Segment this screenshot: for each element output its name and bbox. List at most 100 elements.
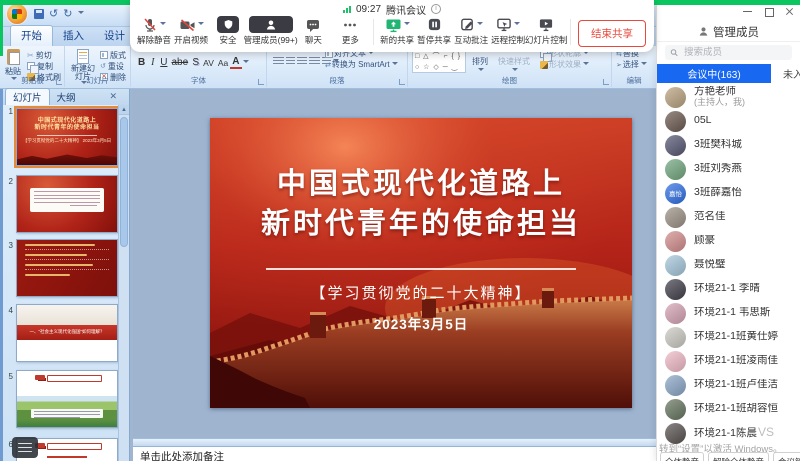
member-search[interactable] bbox=[665, 45, 792, 60]
dropdown-caret[interactable] bbox=[404, 22, 410, 28]
tab-not-joined[interactable]: 未入会 bbox=[771, 64, 800, 83]
member-action-button[interactable]: 会议管理 bbox=[773, 452, 800, 461]
member-row[interactable]: 环境21-1班卢佳洁 bbox=[657, 373, 800, 397]
select-button[interactable]: ➢选择 bbox=[616, 59, 647, 70]
maximize-icon[interactable] bbox=[764, 7, 773, 16]
close-icon[interactable] bbox=[785, 7, 794, 16]
dropdown-caret[interactable] bbox=[477, 22, 483, 28]
member-row[interactable]: 环境21-1 李晴 bbox=[657, 277, 800, 301]
ribbon-tab[interactable]: 插入 bbox=[53, 26, 94, 46]
member-row[interactable]: 05L bbox=[657, 109, 800, 133]
align-left-icon[interactable] bbox=[273, 57, 284, 66]
dropdown-caret[interactable] bbox=[514, 22, 520, 28]
member-row[interactable]: 聂悦璧 bbox=[657, 253, 800, 277]
pause-share-button[interactable]: 暂停共享 bbox=[418, 16, 450, 46]
pane-close-icon[interactable]: ✕ bbox=[109, 91, 117, 102]
person-icon bbox=[698, 26, 709, 37]
italic-button[interactable]: I bbox=[147, 57, 158, 68]
new-share-button[interactable]: 新的共享 bbox=[381, 16, 413, 46]
font-color-button[interactable]: A bbox=[230, 56, 241, 69]
clipboard-group-label: 剪贴板 bbox=[1, 75, 64, 86]
dropdown-caret[interactable] bbox=[160, 22, 166, 28]
font-dialog-launcher[interactable] bbox=[258, 79, 264, 85]
quick-styles-button[interactable]: 快速样式 bbox=[498, 56, 530, 74]
cut-button[interactable]: ✂剪切 bbox=[27, 50, 61, 60]
member-row[interactable]: 方艳老师 (主持人，我) bbox=[657, 85, 800, 109]
member-row[interactable]: 顾豪 bbox=[657, 229, 800, 253]
copy-button[interactable]: 复制 bbox=[27, 61, 61, 71]
bold-button[interactable]: B bbox=[136, 57, 147, 68]
drawing-dialog-launcher[interactable] bbox=[603, 79, 609, 85]
shape-effects-button[interactable]: 形状效果 bbox=[540, 59, 589, 70]
end-share-button[interactable]: 结束共享 bbox=[578, 20, 646, 47]
member-row[interactable]: 环境21-1班凌雨佳 bbox=[657, 349, 800, 373]
scrollbar-thumb[interactable] bbox=[120, 117, 128, 247]
start-video-button[interactable]: 开启视频 bbox=[175, 16, 207, 46]
ribbon-tab[interactable]: 开始 bbox=[10, 25, 53, 46]
arrange-button[interactable]: 排列 bbox=[472, 56, 488, 74]
member-row[interactable]: 环境21-1 韦思斯 bbox=[657, 301, 800, 325]
justify-icon[interactable] bbox=[309, 57, 320, 66]
avatar-label: 嘉怡 bbox=[669, 188, 682, 198]
save-icon[interactable] bbox=[34, 9, 44, 19]
security-button[interactable]: 安全 bbox=[212, 16, 244, 46]
slide-thumbnail-1[interactable]: 1 中国式现代化道路上新时代青年的使命担当 【学习贯彻党的二十大精神】 2023… bbox=[3, 105, 121, 169]
underline-button[interactable]: U bbox=[158, 57, 169, 68]
unmute-button[interactable]: 解除静音 bbox=[138, 16, 170, 46]
change-case-button[interactable]: Aa bbox=[216, 58, 230, 68]
notes-splitter[interactable] bbox=[133, 438, 660, 446]
smartart-button[interactable]: ⇄转换为 SmartArt bbox=[325, 59, 398, 70]
ribbon-tab[interactable]: 设计 bbox=[94, 26, 135, 46]
minimize-icon[interactable] bbox=[743, 7, 752, 16]
member-name: 顾豪 bbox=[694, 235, 715, 247]
dropdown-caret[interactable] bbox=[198, 22, 204, 28]
member-row[interactable]: 3班刘秀燕 bbox=[657, 157, 800, 181]
paragraph-dialog-launcher[interactable] bbox=[399, 79, 405, 85]
paragraph-group: 对齐文本 ⇄转换为 SmartArt 段落 bbox=[267, 46, 408, 87]
pane-tab-outline[interactable]: 大纲 bbox=[50, 89, 83, 105]
pane-scrollbar[interactable]: ▲ bbox=[118, 105, 129, 461]
annotation-button[interactable]: 互动批注 bbox=[455, 16, 487, 46]
info-icon[interactable]: i bbox=[431, 4, 441, 14]
notes-pane[interactable]: 单击此处添加备注 bbox=[133, 446, 660, 461]
current-slide[interactable]: 中国式现代化道路上 新时代青年的使命担当 【学习贯彻党的二十大精神】 2023年… bbox=[210, 118, 632, 408]
clipboard-dialog-launcher[interactable] bbox=[56, 79, 62, 85]
notes-placeholder: 单击此处添加备注 bbox=[140, 451, 224, 461]
chat-button[interactable]: 聊天 bbox=[297, 16, 329, 46]
screen: ↺ ↻ 开始 插入 设计 动画 粘贴 bbox=[0, 0, 800, 461]
undo-icon[interactable]: ↺ bbox=[49, 7, 58, 20]
redo-icon[interactable]: ↻ bbox=[63, 7, 72, 20]
member-action-button[interactable]: 全体静音 bbox=[660, 452, 704, 461]
member-row[interactable]: 环境21-1班黄仕婷 bbox=[657, 325, 800, 349]
pane-tab-slides[interactable]: 幻灯片 bbox=[5, 88, 50, 105]
floating-tool-widget[interactable] bbox=[12, 437, 38, 458]
mic-muted-icon bbox=[142, 17, 158, 33]
character-spacing-button[interactable]: AV bbox=[201, 58, 216, 68]
slide4-banner-text: 一、“社会主义现代化强国”如何理解？ bbox=[17, 325, 117, 340]
member-row[interactable]: 3班樊科城 bbox=[657, 133, 800, 157]
shapes-gallery[interactable]: □ △ ⌒ ⌐ { }○ ☆ ◇ ─ ‿ bbox=[412, 49, 466, 73]
member-row[interactable]: 范名佳 bbox=[657, 205, 800, 229]
slide-control-button[interactable]: 幻灯片控制 bbox=[529, 16, 563, 46]
member-row[interactable]: 嘉怡 3班薛嘉怡 bbox=[657, 181, 800, 205]
office-button[interactable] bbox=[6, 3, 28, 25]
tab-in-meeting[interactable]: 会议中(163) bbox=[657, 64, 771, 83]
editing-group-label: 编辑 bbox=[612, 75, 656, 86]
strikethrough-button[interactable]: abe bbox=[169, 57, 190, 68]
align-center-icon[interactable] bbox=[286, 57, 295, 66]
manage-members-button[interactable]: 管理成员(99+) bbox=[249, 16, 292, 46]
layout-button[interactable]: 版式 bbox=[100, 50, 126, 60]
scroll-up-icon[interactable]: ▲ bbox=[119, 105, 129, 115]
remote-control-button[interactable]: 远程控制 bbox=[492, 16, 524, 46]
align-right-icon[interactable] bbox=[297, 57, 307, 66]
more-button[interactable]: 更多 bbox=[334, 16, 366, 46]
member-name: 环境21-1班卢佳洁 bbox=[694, 379, 778, 391]
slide-editor-area[interactable]: 中国式现代化道路上 新时代青年的使命担当 【学习贯彻党的二十大精神】 2023年… bbox=[133, 89, 660, 438]
text-shadow-button[interactable]: S bbox=[190, 57, 201, 68]
shield-icon bbox=[223, 19, 234, 30]
qat-dropdown-icon[interactable] bbox=[78, 11, 84, 17]
member-action-button[interactable]: 解除全体静音 bbox=[708, 452, 769, 461]
member-row[interactable]: 环境21-1班胡容恒 bbox=[657, 397, 800, 421]
search-input[interactable] bbox=[682, 46, 787, 59]
reset-button[interactable]: ↺重设 bbox=[100, 61, 126, 71]
